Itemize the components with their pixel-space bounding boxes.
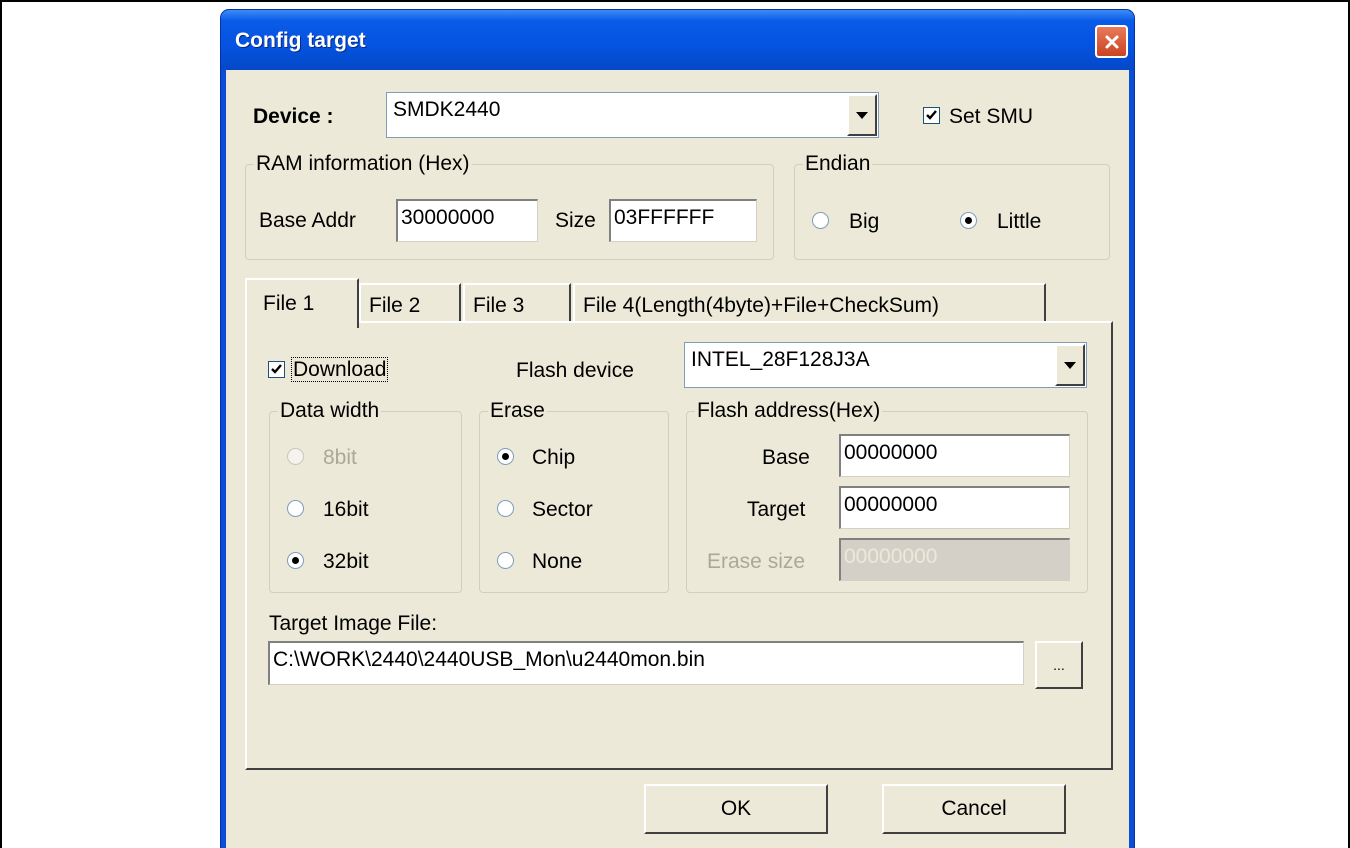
flash-device-label: Flash device bbox=[516, 359, 634, 382]
tab-file-4-label: File 4(Length(4byte)+File+CheckSum) bbox=[583, 294, 939, 317]
endian-little-radio[interactable] bbox=[960, 212, 977, 229]
flash-base-input[interactable]: 00000000 bbox=[839, 434, 1070, 477]
config-target-dialog: Config target Device : SMDK2440 Set SMU … bbox=[220, 9, 1135, 848]
ok-button[interactable]: OK bbox=[644, 784, 828, 834]
tab-file-2[interactable]: File 2 bbox=[359, 283, 461, 323]
tab-file-3-label: File 3 bbox=[473, 294, 525, 317]
erase-size-label: Erase size bbox=[707, 550, 806, 573]
target-image-path-input[interactable]: C:\WORK\2440\2440USB_Mon\u2440mon.bin bbox=[268, 641, 1024, 685]
close-icon bbox=[1105, 35, 1118, 48]
erase-chip-label: Chip bbox=[532, 446, 576, 469]
tab-file-1[interactable]: File 1 bbox=[245, 278, 359, 328]
window-title: Config target bbox=[235, 29, 366, 52]
data-width-8bit-radio[interactable] bbox=[287, 448, 304, 465]
erase-caption: Erase bbox=[488, 399, 547, 422]
data-width-8bit-label: 8bit bbox=[323, 446, 357, 469]
size-input[interactable]: 03FFFFFF bbox=[609, 199, 757, 242]
erase-chip-radio[interactable] bbox=[497, 448, 514, 465]
browse-button-label: ... bbox=[1053, 657, 1065, 673]
radio-selected-dot bbox=[292, 557, 299, 564]
tab-file-4[interactable]: File 4(Length(4byte)+File+CheckSum) bbox=[573, 283, 1046, 323]
chevron-down-icon bbox=[856, 111, 868, 119]
endian-big-radio[interactable] bbox=[812, 212, 829, 229]
set-smu-label: Set SMU bbox=[949, 105, 1034, 128]
radio-selected-dot bbox=[965, 217, 972, 224]
device-label: Device : bbox=[253, 105, 334, 128]
cancel-button-label: Cancel bbox=[941, 797, 1007, 820]
title-bar[interactable]: Config target bbox=[221, 10, 1134, 70]
checkmark-icon bbox=[271, 364, 282, 374]
set-smu-checkbox[interactable] bbox=[923, 107, 940, 124]
data-width-32bit-label: 32bit bbox=[323, 550, 369, 573]
flash-target-input[interactable]: 00000000 bbox=[839, 486, 1070, 529]
erase-none-label: None bbox=[532, 550, 583, 573]
device-value: SMDK2440 bbox=[393, 98, 501, 121]
checkmark-icon bbox=[926, 110, 937, 120]
erase-none-radio[interactable] bbox=[497, 552, 514, 569]
file-1-tab-panel: Download Flash device INTEL_28F128J3A Da… bbox=[245, 321, 1113, 770]
download-label: Download bbox=[290, 357, 389, 382]
dialog-client-area: Device : SMDK2440 Set SMU RAM informatio… bbox=[226, 70, 1129, 848]
cancel-button[interactable]: Cancel bbox=[882, 784, 1066, 834]
data-width-caption: Data width bbox=[278, 399, 382, 422]
flash-device-dropdown-button[interactable] bbox=[1055, 344, 1085, 386]
tab-file-2-label: File 2 bbox=[369, 294, 421, 317]
endian-big-label: Big bbox=[849, 210, 880, 233]
data-width-16bit-radio[interactable] bbox=[287, 500, 304, 517]
flash-device-select[interactable]: INTEL_28F128J3A bbox=[684, 342, 1087, 388]
ok-button-label: OK bbox=[720, 797, 752, 820]
download-checkbox[interactable] bbox=[268, 361, 285, 378]
tab-file-3[interactable]: File 3 bbox=[463, 283, 571, 323]
flash-device-value: INTEL_28F128J3A bbox=[691, 348, 870, 371]
erase-size-input[interactable]: 00000000 bbox=[839, 538, 1070, 581]
target-image-file-label: Target Image File: bbox=[269, 612, 438, 635]
ram-group-caption: RAM information (Hex) bbox=[254, 152, 472, 175]
base-addr-label: Base Addr bbox=[259, 209, 356, 232]
device-dropdown-button[interactable] bbox=[847, 94, 877, 136]
chevron-down-icon bbox=[1064, 361, 1076, 369]
endian-little-label: Little bbox=[997, 210, 1042, 233]
radio-selected-dot bbox=[502, 453, 509, 460]
flash-address-caption: Flash address(Hex) bbox=[695, 399, 883, 422]
erase-sector-radio[interactable] bbox=[497, 500, 514, 517]
device-select[interactable]: SMDK2440 bbox=[386, 92, 879, 138]
endian-group-caption: Endian bbox=[803, 152, 873, 175]
base-addr-input[interactable]: 30000000 bbox=[396, 199, 538, 242]
endian-group: Endian bbox=[794, 153, 1110, 260]
size-label: Size bbox=[555, 209, 596, 232]
close-button[interactable] bbox=[1095, 25, 1128, 58]
flash-target-label: Target bbox=[747, 498, 806, 521]
data-width-16bit-label: 16bit bbox=[323, 498, 369, 521]
data-width-32bit-radio[interactable] bbox=[287, 552, 304, 569]
tab-file-1-label: File 1 bbox=[263, 292, 315, 315]
flash-base-label: Base bbox=[762, 446, 810, 469]
browse-button[interactable]: ... bbox=[1035, 641, 1083, 689]
erase-sector-label: Sector bbox=[532, 498, 593, 521]
